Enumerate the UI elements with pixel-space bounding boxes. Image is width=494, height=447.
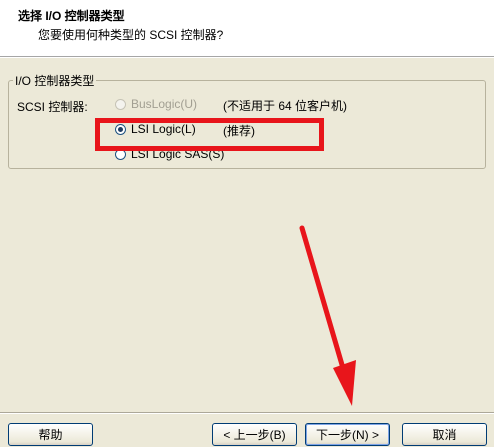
cancel-button[interactable]: 取消 <box>402 423 487 446</box>
annotation-arrow <box>299 225 356 406</box>
next-button[interactable]: 下一步(N) > <box>305 423 390 446</box>
footer-divider <box>0 412 494 414</box>
back-button[interactable]: < 上一步(B) <box>212 423 297 446</box>
help-button[interactable]: 帮助 <box>8 423 93 446</box>
